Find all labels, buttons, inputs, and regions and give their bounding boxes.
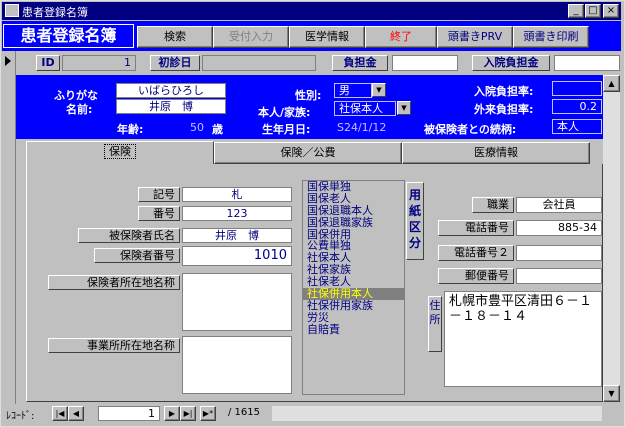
- insurer-number-label: 保険者番号: [94, 248, 180, 263]
- family-dropdown-icon[interactable]: ▼: [397, 101, 411, 115]
- maximize-icon[interactable]: □: [585, 4, 601, 18]
- paper-type-option[interactable]: 国保退職本人: [303, 204, 404, 217]
- address-label: 住所: [428, 296, 442, 352]
- phone2-field[interactable]: [516, 245, 602, 261]
- vertical-scrollbar[interactable]: ▲ ▼: [603, 75, 620, 402]
- name-label: 名前:: [66, 103, 93, 116]
- minimize-icon[interactable]: _: [568, 4, 584, 18]
- record-total: / 1615: [228, 407, 260, 418]
- paper-type-option[interactable]: 社保併用家族: [303, 299, 404, 312]
- insurer-address-field[interactable]: [182, 273, 292, 331]
- postal-label: 郵便番号: [438, 268, 514, 284]
- form-title: 患者登録名簿: [3, 24, 134, 48]
- tab-medical-info[interactable]: 医療情報: [402, 142, 590, 164]
- office-address-label: 事業所所在地名称: [48, 338, 180, 353]
- close-icon[interactable]: ×: [603, 4, 619, 18]
- inpatient-rate-field[interactable]: [552, 81, 602, 96]
- phone-label: 電話番号: [438, 220, 514, 236]
- inpatient-burden-label: 入院負担金: [472, 55, 550, 71]
- search-button[interactable]: 検索: [137, 26, 213, 48]
- age-unit: 歳: [212, 123, 223, 136]
- furigana-field[interactable]: いばらひろし: [116, 83, 226, 98]
- id-field[interactable]: 1: [62, 55, 136, 71]
- job-label: 職業: [472, 197, 514, 213]
- family-label: 本人/家族:: [258, 106, 311, 119]
- header-print-button[interactable]: 頭書き印刷: [513, 26, 589, 48]
- symbol-label: 記号: [138, 187, 180, 202]
- first-visit-field[interactable]: [202, 55, 316, 71]
- symbol-field[interactable]: 札: [182, 187, 292, 202]
- record-number-field[interactable]: 1: [98, 406, 160, 421]
- family-combo[interactable]: 社保本人: [334, 101, 396, 116]
- current-record-icon: [5, 56, 11, 66]
- horizontal-scrollbar[interactable]: [272, 406, 602, 421]
- scroll-down-icon[interactable]: ▼: [603, 385, 620, 402]
- phone2-label: 電話番号２: [438, 245, 514, 261]
- window-title: 患者登録名簿: [22, 6, 88, 19]
- first-visit-label: 初診日: [150, 55, 200, 71]
- prev-record-icon[interactable]: ◀: [68, 406, 84, 421]
- outpatient-rate-label: 外来負担率:: [474, 103, 534, 116]
- phone-field[interactable]: 885-34: [516, 220, 602, 236]
- tab-insurance-public[interactable]: 保険／公費: [214, 142, 402, 164]
- tab-insurance[interactable]: 保険: [26, 141, 214, 165]
- relation-field[interactable]: 本人: [552, 119, 602, 134]
- id-label: ID: [36, 55, 60, 71]
- reception-input-button[interactable]: 受付入力: [213, 26, 289, 48]
- gender-label: 性別:: [295, 89, 322, 102]
- postal-field[interactable]: [516, 268, 602, 284]
- paper-type-label: 用紙区分: [406, 182, 424, 260]
- next-record-icon[interactable]: ▶: [164, 406, 180, 421]
- paper-type-option[interactable]: 労災: [303, 311, 404, 324]
- insurer-address-label: 保険者所在地名称: [48, 275, 180, 290]
- last-record-icon[interactable]: ▶|: [180, 406, 196, 421]
- insurer-number-field[interactable]: 1010: [182, 246, 292, 266]
- paper-type-option[interactable]: 国保老人: [303, 192, 404, 205]
- paper-type-option[interactable]: 自賠責: [303, 323, 404, 336]
- new-record-icon[interactable]: ▶*: [200, 406, 216, 421]
- first-record-icon[interactable]: |◀: [52, 406, 68, 421]
- record-selector[interactable]: [2, 51, 16, 424]
- exit-button[interactable]: 終了: [365, 26, 437, 48]
- number-label: 番号: [138, 206, 180, 221]
- outpatient-rate-field[interactable]: 0.2: [552, 99, 602, 114]
- paper-type-option[interactable]: 国保退職家族: [303, 216, 404, 229]
- record-label: ﾚｺｰﾄﾞ:: [6, 411, 35, 422]
- address-field[interactable]: 札幌市豊平区清田６－１－１８－１４: [444, 291, 602, 387]
- age-value: 50: [190, 121, 204, 134]
- relation-label: 被保険者との続柄:: [424, 123, 517, 136]
- inpatient-rate-label: 入院負担率:: [474, 85, 534, 98]
- birth-value: S24/1/12: [337, 121, 387, 134]
- office-address-field[interactable]: [182, 336, 292, 394]
- age-label: 年齢:: [117, 123, 144, 136]
- paper-type-list[interactable]: 国保単独 国保老人 国保退職本人 国保退職家族 国保併用 公費単独 社保本人 社保家族 社保老人…: [302, 180, 405, 395]
- gender-combo[interactable]: 男: [334, 83, 372, 98]
- scroll-up-icon[interactable]: ▲: [603, 75, 620, 92]
- job-field[interactable]: 会社員: [516, 197, 602, 213]
- burden-field[interactable]: [392, 55, 458, 71]
- gender-dropdown-icon[interactable]: ▼: [372, 83, 386, 97]
- insured-name-field[interactable]: 井原 博: [182, 228, 292, 243]
- inpatient-burden-field[interactable]: [554, 55, 620, 71]
- title-bar: 患者登録名簿 _ □ ×: [2, 2, 621, 20]
- number-field[interactable]: 123: [182, 206, 292, 221]
- name-field[interactable]: 井原 博: [116, 99, 226, 114]
- burden-label: 負担金: [332, 55, 388, 71]
- birth-label: 生年月日:: [262, 123, 311, 136]
- header-preview-button[interactable]: 頭書きPRV: [437, 26, 513, 48]
- insured-name-label: 被保険者氏名: [78, 228, 180, 243]
- medical-info-button[interactable]: 医学情報: [289, 26, 365, 48]
- app-icon: [5, 4, 19, 17]
